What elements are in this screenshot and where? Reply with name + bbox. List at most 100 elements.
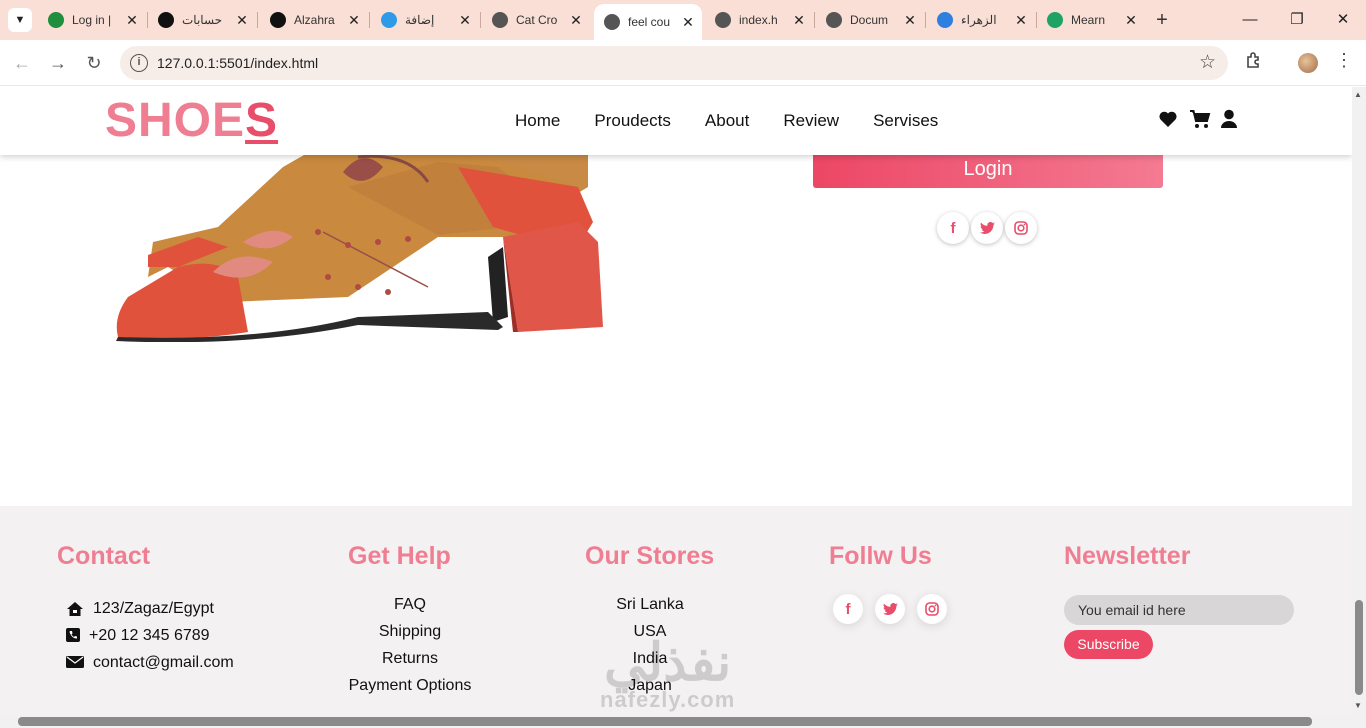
tab-search-button[interactable]: ▼ xyxy=(8,8,32,32)
tab-separator xyxy=(480,12,481,28)
browser-toolbar: ← → ↻ i 127.0.0.1:5501/index.html ☆ xyxy=(0,40,1366,86)
twitter-icon[interactable] xyxy=(875,594,905,624)
main-nav: Home Proudects About Review Servises xyxy=(515,111,972,131)
page-viewport: SHOES Home Proudects About Review Servis… xyxy=(0,87,1352,715)
back-button[interactable]: ← xyxy=(10,51,34,75)
twitter-icon[interactable] xyxy=(971,212,1003,244)
instagram-icon[interactable] xyxy=(1005,212,1037,244)
tab-title: حسابات xyxy=(182,13,223,27)
close-tab-icon[interactable]: ✕ xyxy=(124,12,140,29)
browser-tab[interactable]: حسابات ✕ xyxy=(148,6,256,34)
nav-services[interactable]: Servises xyxy=(873,111,938,131)
subscribe-button[interactable]: Subscribe xyxy=(1064,630,1153,659)
watermark: نفذلي nafezly.com xyxy=(600,634,736,712)
login-button[interactable]: Login xyxy=(813,151,1163,188)
close-tab-icon[interactable]: ✕ xyxy=(234,12,250,29)
envelope-icon xyxy=(66,655,84,671)
reload-button[interactable]: ↻ xyxy=(82,51,106,75)
close-tab-icon[interactable]: ✕ xyxy=(568,12,584,29)
nav-products[interactable]: Proudects xyxy=(594,111,671,131)
browser-tab[interactable]: Docum ✕ xyxy=(816,6,924,34)
stores-column: Our Stores xyxy=(585,542,714,571)
close-tab-icon[interactable]: ✕ xyxy=(346,12,362,29)
forward-button[interactable]: → xyxy=(46,51,70,75)
restore-button[interactable]: ❐ xyxy=(1285,8,1309,32)
browser-tab[interactable]: الزهراء ✕ xyxy=(927,6,1035,34)
chevron-down-icon: ▼ xyxy=(14,14,26,26)
close-tab-icon[interactable]: ✕ xyxy=(457,12,473,29)
help-column: Get Help xyxy=(348,542,451,571)
horizontal-scroll-thumb[interactable] xyxy=(18,717,1312,726)
browser-tab[interactable]: Log in | ✕ xyxy=(38,6,146,34)
scroll-down-icon[interactable]: ▼ xyxy=(1354,701,1362,710)
help-link-returns[interactable]: Returns xyxy=(330,649,490,676)
vertical-scroll-thumb[interactable] xyxy=(1355,600,1363,695)
facebook-icon[interactable]: f xyxy=(937,212,969,244)
address-bar[interactable]: i 127.0.0.1:5501/index.html ☆ xyxy=(120,46,1228,80)
close-tab-icon[interactable]: ✕ xyxy=(902,12,918,29)
browser-tab[interactable]: إضافة ✕ xyxy=(371,6,479,34)
user-icon[interactable] xyxy=(1220,109,1240,131)
browser-tab[interactable]: feel cou ✕ xyxy=(594,4,702,40)
blue-swirl-icon xyxy=(937,12,953,28)
close-tab-icon[interactable]: ✕ xyxy=(1013,12,1029,29)
help-heading: Get Help xyxy=(348,542,451,570)
close-window-button[interactable]: ✕ xyxy=(1331,8,1355,32)
blue-circle-icon xyxy=(381,12,397,28)
tab-title: Mearn xyxy=(1071,13,1106,27)
more-menu-icon[interactable]: ⋮ xyxy=(1334,50,1354,74)
site-info-icon[interactable]: i xyxy=(130,54,148,72)
home-icon xyxy=(66,601,84,617)
green-plus-icon xyxy=(1047,12,1063,28)
close-tab-icon[interactable]: ✕ xyxy=(680,14,696,31)
cart-icon[interactable] xyxy=(1189,109,1211,131)
nav-review[interactable]: Review xyxy=(783,111,839,131)
tab-separator xyxy=(369,12,370,28)
tab-title: feel cou xyxy=(628,15,671,29)
url-text[interactable]: 127.0.0.1:5501/index.html xyxy=(157,55,318,71)
globe-icon xyxy=(715,12,731,28)
browser-tab[interactable]: Alzahra ✕ xyxy=(260,6,368,34)
contact-column: Contact xyxy=(57,542,150,571)
nav-about[interactable]: About xyxy=(705,111,749,131)
newsletter-heading: Newsletter xyxy=(1064,542,1191,570)
browser-tab[interactable]: Cat Cro ✕ xyxy=(482,6,590,34)
tab-title: الزهراء xyxy=(961,13,997,27)
newsletter-column: Newsletter xyxy=(1064,542,1190,571)
help-link-shipping[interactable]: Shipping xyxy=(330,622,490,649)
instagram-icon[interactable] xyxy=(917,594,947,624)
globe-icon xyxy=(826,12,842,28)
contact-list: 123/Zagaz/Egypt +20 12 345 6789 contact@… xyxy=(66,595,234,676)
extensions-puzzle-icon[interactable] xyxy=(1242,50,1266,74)
product-boot-image xyxy=(108,127,608,347)
help-links: FAQ Shipping Returns Payment Options xyxy=(330,595,490,703)
bookmark-star-icon[interactable]: ☆ xyxy=(1199,51,1216,74)
site-header: SHOES Home Proudects About Review Servis… xyxy=(0,87,1352,155)
horizontal-scrollbar[interactable] xyxy=(0,715,1366,728)
close-tab-icon[interactable]: ✕ xyxy=(1123,12,1139,29)
nav-home[interactable]: Home xyxy=(515,111,560,131)
minimize-button[interactable]: — xyxy=(1238,8,1262,32)
vertical-scrollbar[interactable]: ▲ ▼ xyxy=(1352,87,1366,715)
browser-tab[interactable]: index.h ✕ xyxy=(705,6,813,34)
contact-heading: Contact xyxy=(57,542,151,570)
contact-phone: +20 12 345 6789 xyxy=(66,622,234,649)
heart-icon[interactable] xyxy=(1158,109,1178,131)
browser-tab[interactable]: Mearn ✕ xyxy=(1037,6,1145,34)
threads-icon xyxy=(158,12,174,28)
newsletter-email-input[interactable] xyxy=(1064,595,1294,625)
close-tab-icon[interactable]: ✕ xyxy=(791,12,807,29)
site-logo[interactable]: SHOES xyxy=(105,93,278,148)
help-link-payment[interactable]: Payment Options xyxy=(330,676,490,703)
tab-separator xyxy=(814,12,815,28)
help-link-faq[interactable]: FAQ xyxy=(330,595,490,622)
tab-title: إضافة xyxy=(405,13,435,27)
tab-title: index.h xyxy=(739,13,778,27)
facebook-icon[interactable]: f xyxy=(833,594,863,624)
tab-title: Cat Cro xyxy=(516,13,558,27)
new-tab-button[interactable]: + xyxy=(1150,8,1174,32)
scroll-up-icon[interactable]: ▲ xyxy=(1354,90,1362,99)
social-links: f xyxy=(937,212,1039,244)
footer-social-links: f xyxy=(833,594,959,624)
profile-avatar[interactable] xyxy=(1298,53,1318,73)
